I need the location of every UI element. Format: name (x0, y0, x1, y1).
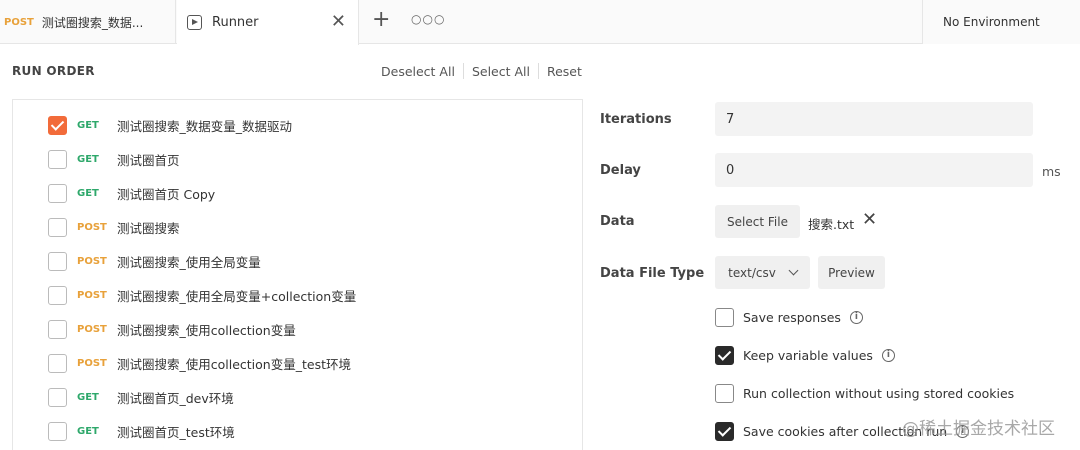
request-name: 测试圈搜索_使用全局变量+collection变量 (117, 288, 357, 304)
method-badge: POST (77, 221, 107, 233)
request-checkbox[interactable] (48, 319, 67, 339)
option-label: Save responses (743, 309, 841, 325)
request-name: 测试圈搜索 (117, 220, 180, 236)
chevron-down-icon (788, 265, 799, 276)
list-item[interactable]: POST 测试圈搜索_使用collection变量_test环境 (13, 346, 582, 380)
data-file-type-label: Data File Type (600, 266, 705, 281)
tab-request[interactable]: POST 测试圈搜索_数据... (0, 0, 176, 44)
method-badge: POST (77, 289, 107, 301)
request-checkbox[interactable] (48, 149, 67, 169)
request-name: 测试圈搜索_使用collection变量 (117, 322, 296, 338)
request-name: 测试圈搜索_使用collection变量_test环境 (117, 356, 351, 372)
request-checkbox[interactable] (48, 217, 67, 237)
run-order-title: RUN ORDER (12, 64, 95, 78)
request-name: 测试圈首页 (117, 152, 180, 168)
data-file-type-value: text/csv (728, 265, 776, 280)
list-item[interactable]: POST 测试圈搜索_使用全局变量 (13, 244, 582, 278)
new-tab-plus-icon[interactable]: + (372, 9, 390, 31)
tab-bar: POST 测试圈搜索_数据... Runner ✕ + ○○○ No Envir… (0, 0, 1080, 45)
request-checkbox[interactable] (48, 183, 67, 203)
delay-unit: ms (1042, 164, 1061, 179)
divider (462, 63, 464, 79)
option-checkbox[interactable] (715, 421, 734, 441)
request-list: GET 测试圈搜索_数据变量_数据驱动 GET 测试圈首页 GET 测试圈首页 Copy P… (12, 99, 583, 450)
file-name: 搜索.txt (808, 217, 855, 232)
method-badge: GET (77, 153, 99, 165)
remove-file-close-icon[interactable]: ✕ (862, 210, 877, 230)
method-badge: GET (77, 425, 99, 437)
delay-input[interactable]: 0 (715, 153, 1033, 187)
tab-runner-title: Runner (212, 15, 259, 30)
data-file-type-select[interactable]: text/csv (715, 256, 810, 289)
request-checkbox[interactable] (48, 421, 67, 441)
divider (537, 63, 539, 79)
run-order-actions: Deselect All Select All Reset (381, 63, 582, 79)
request-checkbox[interactable] (48, 285, 67, 305)
method-badge: GET (77, 119, 99, 131)
request-checkbox[interactable] (48, 353, 67, 373)
option-checkbox[interactable] (715, 307, 734, 327)
option-row[interactable]: Save responses i (715, 307, 863, 327)
select-file-button[interactable]: Select File (715, 205, 800, 238)
delay-label: Delay (600, 163, 641, 178)
list-item[interactable]: POST 测试圈搜索_使用全局变量+collection变量 (13, 278, 582, 312)
tab-runner[interactable]: Runner ✕ (177, 0, 359, 45)
request-checkbox[interactable] (48, 251, 67, 271)
watermark: @稀土掘金技术社区 (902, 419, 1055, 439)
method-badge: GET (77, 391, 99, 403)
method-badge: GET (77, 187, 99, 199)
data-label: Data (600, 214, 635, 229)
method-badge: POST (77, 323, 107, 335)
request-name: 测试圈首页 Copy (117, 186, 216, 202)
option-checkbox[interactable] (715, 383, 734, 403)
deselect-all-button[interactable]: Deselect All (381, 64, 455, 79)
request-name: 测试圈首页_dev环境 (117, 390, 234, 406)
close-icon[interactable]: ✕ (331, 13, 346, 31)
list-item[interactable]: GET 测试圈搜索_数据变量_数据驱动 (13, 108, 582, 142)
tab-title: 测试圈搜索_数据... (41, 15, 144, 30)
environment-selector[interactable]: No Environment (922, 0, 1080, 44)
option-row[interactable]: Keep variable values i (715, 345, 895, 365)
list-item[interactable]: POST 测试圈搜索 (13, 210, 582, 244)
list-item[interactable]: GET 测试圈首页 Copy (13, 176, 582, 210)
request-checkbox[interactable] (48, 387, 67, 407)
list-item[interactable]: GET 测试圈首页_test环境 (13, 414, 582, 448)
request-checkbox[interactable] (48, 115, 67, 135)
tab-method-badge: POST (4, 16, 34, 28)
method-badge: POST (77, 357, 107, 369)
request-name: 测试圈首页_test环境 (117, 424, 235, 440)
iterations-input[interactable]: 7 (715, 102, 1033, 136)
list-item[interactable]: GET 测试圈首页_dev环境 (13, 380, 582, 414)
option-label: Run collection without using stored cook… (743, 385, 1015, 401)
runner-icon (187, 15, 202, 30)
request-name: 测试圈搜索_使用全局变量 (117, 254, 261, 270)
option-label: Keep variable values (743, 347, 873, 363)
method-badge: POST (77, 255, 107, 267)
select-all-button[interactable]: Select All (472, 64, 530, 79)
preview-button[interactable]: Preview (818, 256, 885, 289)
info-icon[interactable]: i (849, 310, 863, 324)
iterations-label: Iterations (600, 112, 672, 127)
reset-button[interactable]: Reset (547, 64, 582, 79)
option-row[interactable]: Run collection without using stored cook… (715, 383, 1014, 403)
list-item[interactable]: POST 测试圈搜索_使用collection变量 (13, 312, 582, 346)
option-checkbox[interactable] (715, 345, 734, 365)
request-name: 测试圈搜索_数据变量_数据驱动 (117, 118, 293, 134)
info-icon[interactable]: i (881, 348, 895, 362)
list-item[interactable]: GET 测试圈首页 (13, 142, 582, 176)
more-options-icon[interactable]: ○○○ (411, 12, 445, 26)
